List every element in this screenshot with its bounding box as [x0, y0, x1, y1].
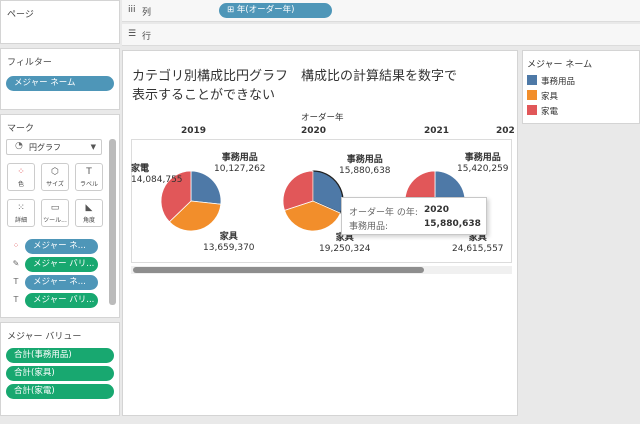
label-name: 家電	[131, 164, 150, 174]
view-panel: カテゴリ別構成比円グラフ 構成比の計算結果を数字で 表示することができない オー…	[122, 50, 518, 416]
detail-dots-icon: ⁙	[17, 203, 25, 213]
label-name: 家具	[219, 232, 238, 242]
marks-pill-measure-values-angle[interactable]: メジャー バリ...	[25, 257, 98, 272]
tooltip-label: ツール...	[43, 217, 67, 224]
filters-title: フィルター	[7, 58, 52, 68]
tooltip-bubble-icon: ▭	[50, 203, 60, 213]
label-value: 10,127,262	[214, 164, 266, 174]
chevron-down-icon: ▼	[90, 143, 96, 151]
rows-label: 行	[142, 32, 152, 42]
label-value: 13,659,370	[203, 243, 255, 253]
label-2021-furniture: 家具 24,615,557	[452, 233, 504, 255]
label-button[interactable]: T ラベル	[75, 163, 103, 191]
rows-shelf[interactable]: ☰ 行	[122, 24, 640, 46]
mark-type-label: 円グラフ	[29, 143, 61, 152]
legend-swatch	[527, 105, 537, 115]
legend-label: 家具	[541, 92, 559, 102]
marks-title: マーク	[7, 124, 35, 134]
measure-values-title: メジャー バリュー	[7, 332, 82, 342]
legend-item-office[interactable]: 事務用品	[527, 75, 575, 87]
pie-slice-2019-office[interactable]	[190, 170, 222, 205]
legend-panel: メジャー ネーム 事務用品 家具 家電	[522, 50, 640, 124]
angle-icon: ◣	[85, 203, 93, 213]
expand-plus-icon: ⊞	[227, 5, 237, 15]
angle-label: 角度	[82, 217, 95, 224]
size-button[interactable]: ⬡ サイズ	[41, 163, 69, 191]
columns-pill-label: 年(オーダー年)	[236, 5, 295, 15]
measure-value-pill-furniture[interactable]: 合計(家具)	[6, 366, 114, 381]
text-t-icon: T	[86, 167, 92, 177]
tooltip-office-label: 事務用品:	[349, 222, 389, 232]
legend-swatch	[527, 90, 537, 100]
label-label: ラベル	[79, 181, 98, 188]
marks-scrollbar[interactable]	[109, 139, 116, 305]
color-label: 色	[17, 181, 24, 188]
tooltip-button[interactable]: ▭ ツール...	[41, 199, 69, 227]
mark-type-dropdown[interactable]: ◔ 円グラフ ▼	[6, 139, 102, 155]
filter-pill-measure-names[interactable]: メジャー ネーム	[6, 76, 114, 91]
legend-label: 家電	[541, 107, 559, 117]
tooltip-year-label: オーダー年 の年:	[349, 208, 418, 218]
measure-value-pill-appliances[interactable]: 合計(家電)	[6, 384, 114, 399]
label-2019-office: 事務用品 10,127,262	[214, 153, 266, 175]
legend-swatch	[527, 75, 537, 85]
label-value: 15,880,638	[339, 166, 391, 176]
color-dots-icon: ⁘	[17, 167, 25, 177]
label-value: 14,084,755	[131, 175, 183, 185]
measure-values-panel: メジャー バリュー 合計(事務用品) 合計(家具) 合計(家電)	[0, 322, 120, 416]
label-2020-office: 事務用品 15,880,638	[339, 155, 391, 177]
marks-pill-measure-names-color[interactable]: メジャー ネ...	[25, 239, 98, 254]
columns-pill-order-year[interactable]: ⊞ 年(オーダー年)	[219, 3, 332, 18]
tooltip-box: オーダー年 の年: 2020 事務用品: 15,880,638	[341, 197, 487, 235]
label-value: 15,420,259	[457, 164, 509, 174]
angle-button[interactable]: ◣ 角度	[75, 199, 103, 227]
columns-label: 列	[142, 8, 152, 18]
tooltip-year-value: 2020	[424, 205, 450, 215]
measure-value-pill-office[interactable]: 合計(事務用品)	[6, 348, 114, 363]
color-dots-icon: ⁘	[12, 241, 20, 250]
marks-pill-measure-values-label[interactable]: メジャー バリ...	[25, 293, 98, 308]
detail-button[interactable]: ⁙ 詳細	[7, 199, 35, 227]
pages-panel: ページ	[0, 0, 120, 44]
label-2020-furniture: 家具 19,250,324	[319, 233, 371, 255]
label-t-icon: T	[13, 277, 19, 286]
pages-title: ページ	[7, 10, 34, 20]
angle-pen-icon: ✎	[12, 259, 20, 268]
rows-icon: ☰	[128, 29, 137, 39]
legend-title: メジャー ネーム	[527, 60, 593, 70]
tooltip-office-value: 15,880,638	[424, 219, 481, 229]
marks-pill-measure-names-label[interactable]: メジャー ネ...	[25, 275, 98, 290]
label-name: 事務用品	[464, 153, 501, 163]
horizontal-scrollbar-thumb[interactable]	[133, 267, 424, 273]
size-icon: ⬡	[51, 167, 59, 177]
legend-label: 事務用品	[541, 77, 576, 87]
legend-item-appliances[interactable]: 家電	[527, 105, 558, 117]
label-name: 事務用品	[346, 155, 383, 165]
legend-item-furniture[interactable]: 家具	[527, 90, 558, 102]
size-label: サイズ	[46, 181, 64, 188]
label-value: 19,250,324	[319, 244, 371, 254]
marks-panel: マーク ◔ 円グラフ ▼ ⁘ 色 ⬡ サイズ T ラベル ⁙ 詳細 ▭ ツール.…	[0, 114, 120, 318]
pie-chart-icon: ◔	[15, 141, 23, 151]
color-button[interactable]: ⁘ 色	[7, 163, 35, 191]
columns-shelf[interactable]: iii 列 ⊞ 年(オーダー年)	[122, 0, 640, 22]
filters-panel: フィルター メジャー ネーム	[0, 48, 120, 110]
detail-label: 詳細	[14, 217, 27, 224]
label-2021-office: 事務用品 15,420,259	[457, 153, 509, 175]
label-value: 24,615,557	[452, 244, 504, 254]
label-name: 事務用品	[221, 153, 258, 163]
label-t-icon: T	[13, 295, 19, 304]
label-2019-appliances: 家電 14,084,755	[131, 164, 183, 186]
label-2019-furniture: 家具 13,659,370	[203, 232, 255, 254]
columns-icon: iii	[128, 5, 136, 15]
